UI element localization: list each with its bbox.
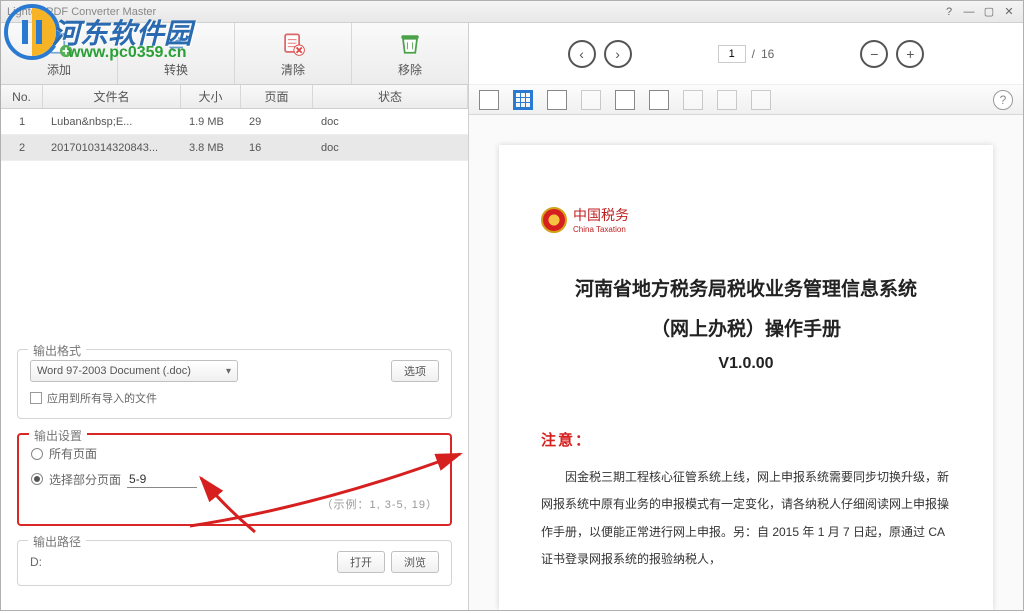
document-page: 中国税务 China Taxation 河南省地方税务局税收业务管理信息系统 （… (499, 145, 993, 610)
convert-icon (162, 30, 190, 58)
view-mode-6-icon[interactable] (649, 90, 669, 110)
minimize-icon[interactable]: — (961, 5, 977, 19)
cell-pages: 29 (241, 116, 313, 128)
output-format-group: 输出格式 Word 97-2003 Document (.doc) 选项 应用到… (17, 349, 452, 419)
select-pages-label: 选择部分页面 (49, 471, 121, 488)
preview-panel: ‹ › / 16 − + (469, 23, 1023, 610)
cell-filename: Luban&nbsp;E... (43, 116, 181, 128)
view-mode-3-icon[interactable] (547, 90, 567, 110)
cell-status: doc (313, 142, 468, 154)
page-navbar: ‹ › / 16 − + (469, 23, 1023, 85)
tax-emblem-icon (541, 207, 567, 233)
all-pages-label: 所有页面 (49, 445, 97, 462)
maximize-icon[interactable]: ▢ (981, 5, 997, 19)
zoom-in-button[interactable]: + (896, 40, 924, 68)
apply-all-checkbox[interactable] (30, 392, 42, 404)
notice-heading: 注意： (541, 429, 951, 450)
browse-button[interactable]: 浏览 (391, 551, 439, 573)
prev-page-button[interactable]: ‹ (568, 40, 596, 68)
table-row[interactable]: 22017010314320843...3.8 MB16doc (1, 135, 468, 161)
page-range-input[interactable] (127, 470, 197, 488)
apply-all-label: 应用到所有导入的文件 (47, 390, 157, 406)
doc-version: V1.0.00 (541, 355, 951, 373)
view-mode-5-icon[interactable] (615, 90, 635, 110)
path-legend: 输出路径 (28, 533, 86, 550)
cell-no: 1 (1, 116, 43, 128)
col-pages[interactable]: 页面 (241, 85, 313, 108)
output-settings-group: 输出设置 所有页面 选择部分页面 （示例：1, 3-5, 19） (17, 433, 452, 526)
clear-button[interactable]: 清除 (235, 23, 352, 84)
all-pages-radio[interactable] (31, 448, 43, 460)
view-mode-9-icon[interactable] (751, 90, 771, 110)
range-example: （示例：1, 3-5, 19） (31, 496, 438, 512)
remove-button[interactable]: 移除 (352, 23, 468, 84)
total-pages: 16 (761, 47, 774, 61)
clear-icon (279, 30, 307, 58)
trash-icon (396, 30, 424, 58)
view-mode-grid-icon[interactable] (513, 90, 533, 110)
view-mode-1-icon[interactable] (479, 90, 499, 110)
doc-title-line2: （网上办税）操作手册 (541, 314, 951, 346)
format-legend: 输出格式 (28, 342, 86, 359)
options-button[interactable]: 选项 (391, 360, 439, 382)
window-title: Lighten PDF Converter Master (7, 6, 156, 18)
table-body: 1Luban&nbsp;E...1.9 MB29doc2201701031432… (1, 109, 468, 161)
cell-status: doc (313, 116, 468, 128)
convert-button[interactable]: 转换 (118, 23, 235, 84)
cell-pages: 16 (241, 142, 313, 154)
select-pages-radio[interactable] (31, 473, 43, 485)
add-button[interactable]: 添加 (1, 23, 118, 84)
left-panel: 添加 转换 清除 移除 No. 文件名 大小 页面 (1, 23, 469, 610)
clear-label: 清除 (281, 61, 305, 78)
view-mode-4-icon[interactable] (581, 90, 601, 110)
doc-logo: 中国税务 China Taxation (541, 205, 951, 234)
cell-no: 2 (1, 142, 43, 154)
col-status[interactable]: 状态 (313, 85, 468, 108)
page-indicator: / 16 (718, 45, 775, 63)
table-row[interactable]: 1Luban&nbsp;E...1.9 MB29doc (1, 109, 468, 135)
add-label: 添加 (47, 61, 71, 78)
current-page-input[interactable] (718, 45, 746, 63)
add-icon (45, 30, 73, 58)
col-filename[interactable]: 文件名 (43, 85, 181, 108)
zoom-out-button[interactable]: − (860, 40, 888, 68)
table-header: No. 文件名 大小 页面 状态 (1, 85, 468, 109)
cell-filename: 2017010314320843... (43, 142, 181, 154)
help-icon[interactable]: ? (941, 5, 957, 19)
view-toolbar: ? (469, 85, 1023, 115)
main-toolbar: 添加 转换 清除 移除 (1, 23, 468, 85)
cell-size: 1.9 MB (181, 116, 241, 128)
view-mode-8-icon[interactable] (717, 90, 737, 110)
doc-body: 因金税三期工程核心征管系统上线，网上申报系统需要同步切换升级，新网报系统中原有业… (541, 464, 951, 574)
view-mode-7-icon[interactable] (683, 90, 703, 110)
output-path-group: 输出路径 D: 打开 浏览 (17, 540, 452, 586)
col-size[interactable]: 大小 (181, 85, 241, 108)
convert-label: 转换 (164, 61, 188, 78)
col-no[interactable]: No. (1, 85, 43, 108)
help-button[interactable]: ? (993, 90, 1013, 110)
open-button[interactable]: 打开 (337, 551, 385, 573)
title-bar: Lighten PDF Converter Master ? — ▢ ✕ (1, 1, 1023, 23)
path-value: D: (30, 555, 42, 569)
preview-viewport[interactable]: 中国税务 China Taxation 河南省地方税务局税收业务管理信息系统 （… (469, 115, 1023, 610)
close-icon[interactable]: ✕ (1001, 5, 1017, 19)
next-page-button[interactable]: › (604, 40, 632, 68)
output-legend: 输出设置 (29, 427, 87, 444)
doc-title-line1: 河南省地方税务局税收业务管理信息系统 (541, 274, 951, 306)
format-select[interactable]: Word 97-2003 Document (.doc) (30, 360, 238, 382)
remove-label: 移除 (398, 61, 422, 78)
cell-size: 3.8 MB (181, 142, 241, 154)
